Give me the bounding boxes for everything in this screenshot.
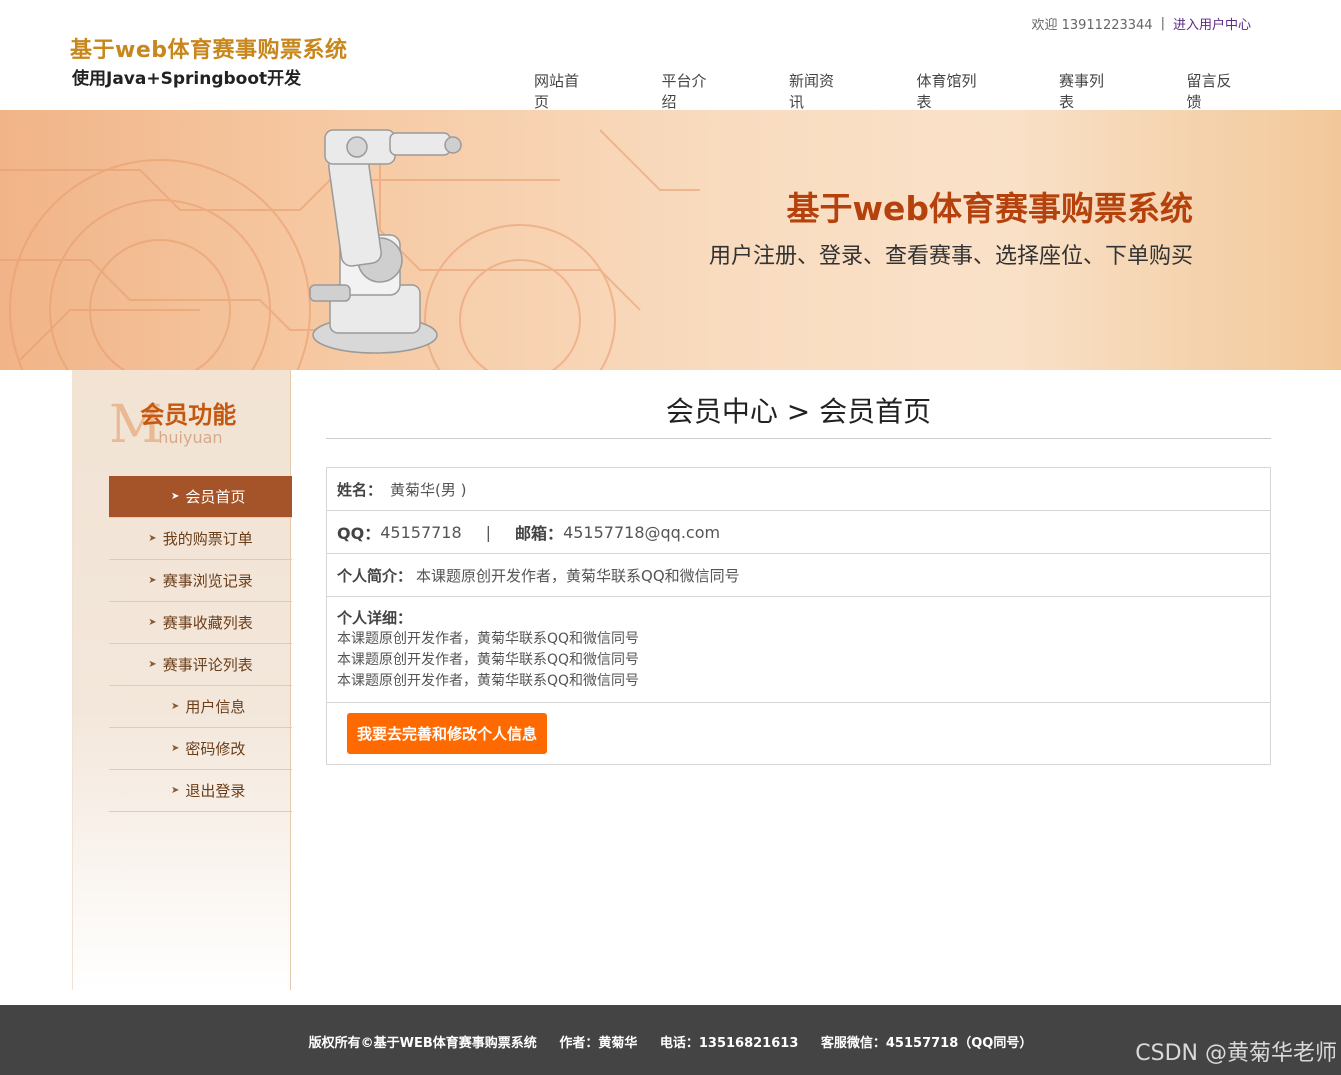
sidebar-item-label: 会员首页 (185, 488, 246, 506)
nav-item-events[interactable]: 赛事列表 (1025, 70, 1153, 112)
nav-item-about[interactable]: 平台介绍 (628, 70, 756, 112)
sidebar-item-label: 用户信息 (185, 698, 246, 716)
chevron-right-icon: ➤ (171, 491, 180, 502)
banner-subtitle: 用户注册、登录、查看赛事、选择座位、下单购买 (708, 244, 1193, 269)
detail-label: 个人详细： (337, 608, 413, 627)
member-info-table: 姓名： 黄菊华(男 ) QQ： 45157718 | 邮箱： 45157718@… (326, 467, 1271, 765)
email-label: 邮箱： (515, 524, 564, 543)
contact-row: QQ： 45157718 | 邮箱： 45157718@qq.com (327, 511, 1270, 554)
page-title: 会员中心 > 会员首页 (326, 370, 1271, 439)
contact-divider: | (485, 522, 492, 542)
site-footer: 版权所有©基于WEB体育赛事购票系统 作者：黄菊华 电话：13516821613… (0, 1005, 1341, 1075)
intro-row: 个人简介： 本课题原创开发作者，黄菊华联系QQ和微信同号 (327, 554, 1270, 597)
chevron-right-icon: ➤ (171, 701, 180, 712)
nav-item-home[interactable]: 网站首页 (500, 70, 628, 112)
site-subtitle: 使用Java+Springboot开发 (72, 69, 302, 89)
sidebar-heading: M 会员功能 huiyuan (109, 399, 237, 451)
qq-label: QQ： (337, 524, 381, 543)
footer-wechat: 客服微信：45157718（QQ同号） (820, 1036, 1033, 1051)
nav-item-news[interactable]: 新闻资讯 (755, 70, 883, 112)
chevron-right-icon: ➤ (148, 617, 157, 628)
chevron-right-icon: ➤ (171, 743, 180, 754)
sidebar-item-label: 密码修改 (185, 740, 246, 758)
welcome-bar: 欢迎 13911223344 | 进入用户中心 (1031, 14, 1251, 33)
detail-row: 个人详细： 本课题原创开发作者，黄菊华联系QQ和微信同号 本课题原创开发作者，黄… (327, 597, 1270, 703)
sidebar-item-label: 赛事评论列表 (162, 656, 253, 674)
robot-arm-image (309, 129, 462, 354)
member-sidebar: M 会员功能 huiyuan ➤ 会员首页 ➤ 我的购票订单 ➤ 赛事浏览记录 … (72, 370, 292, 990)
main-nav: 网站首页 平台介绍 新闻资讯 体育馆列表 赛事列表 留言反馈 (500, 70, 1280, 112)
footer-copyright: 版权所有©基于WEB体育赛事购票系统 (308, 1036, 537, 1051)
nav-item-feedback[interactable]: 留言反馈 (1152, 70, 1280, 112)
sidebar-item-logout[interactable]: ➤ 退出登录 (109, 770, 292, 812)
sidebar-item-label: 赛事收藏列表 (162, 614, 253, 632)
nav-item-stadiums[interactable]: 体育馆列表 (883, 70, 1025, 112)
sidebar-item-label: 我的购票订单 (162, 530, 253, 548)
sidebar-title: 会员功能 (140, 401, 237, 429)
welcome-text: 欢迎 13911223344 (1031, 18, 1153, 33)
sidebar-item-label: 退出登录 (185, 782, 246, 800)
sidebar-title-sub: huiyuan (158, 428, 223, 447)
welcome-separator: | (1160, 16, 1165, 31)
sidebar-item-comments[interactable]: ➤ 赛事评论列表 (109, 644, 292, 686)
csdn-watermark: CSDN @黄菊华老师 (1135, 1041, 1337, 1066)
name-label: 姓名： (337, 480, 383, 499)
banner-title: 基于web体育赛事购票系统 (786, 189, 1194, 228)
detail-line: 本课题原创开发作者，黄菊华联系QQ和微信同号 (337, 651, 640, 668)
sidebar-item-user-info[interactable]: ➤ 用户信息 (109, 686, 292, 728)
intro-label: 个人简介： (337, 566, 413, 585)
sidebar-item-orders[interactable]: ➤ 我的购票订单 (109, 518, 292, 560)
footer-author: 作者：黄菊华 (559, 1036, 638, 1051)
chevron-right-icon: ➤ (148, 659, 157, 670)
action-row: 我要去完善和修改个人信息 (327, 703, 1270, 764)
name-value: 黄菊华(男 ) (390, 480, 467, 499)
chevron-right-icon: ➤ (148, 575, 157, 586)
sidebar-item-browse-history[interactable]: ➤ 赛事浏览记录 (109, 560, 292, 602)
sidebar-menu: ➤ 会员首页 ➤ 我的购票订单 ➤ 赛事浏览记录 ➤ 赛事收藏列表 ➤ 赛事评论… (109, 476, 292, 812)
site-title[interactable]: 基于web体育赛事购票系统 (70, 32, 348, 64)
user-center-link[interactable]: 进入用户中心 (1173, 14, 1251, 33)
site-header: 基于web体育赛事购票系统 使用Java+Springboot开发 欢迎 139… (0, 0, 1341, 112)
sidebar-item-favorites[interactable]: ➤ 赛事收藏列表 (109, 602, 292, 644)
name-row: 姓名： 黄菊华(男 ) (327, 468, 1270, 511)
email-value: 45157718@qq.com (563, 522, 721, 542)
sidebar-item-label: 赛事浏览记录 (162, 572, 253, 590)
sidebar-item-member-home[interactable]: ➤ 会员首页 (109, 476, 292, 518)
chevron-right-icon: ➤ (148, 533, 157, 544)
detail-line: 本课题原创开发作者，黄菊华联系QQ和微信同号 (337, 630, 640, 647)
main-content: 会员中心 > 会员首页 姓名： 黄菊华(男 ) QQ： 45157718 | 邮… (326, 370, 1271, 765)
footer-phone: 电话：13516821613 (659, 1036, 799, 1051)
detail-line: 本课题原创开发作者，黄菊华联系QQ和微信同号 (337, 672, 640, 689)
edit-profile-button[interactable]: 我要去完善和修改个人信息 (347, 713, 548, 754)
intro-value: 本课题原创开发作者，黄菊华联系QQ和微信同号 (416, 566, 740, 585)
hero-banner: 基于web体育赛事购票系统 用户注册、登录、查看赛事、选择座位、下单购买 (0, 110, 1341, 370)
sidebar-item-password[interactable]: ➤ 密码修改 (109, 728, 292, 770)
qq-value: 45157718 (380, 522, 462, 542)
chevron-right-icon: ➤ (171, 785, 180, 796)
